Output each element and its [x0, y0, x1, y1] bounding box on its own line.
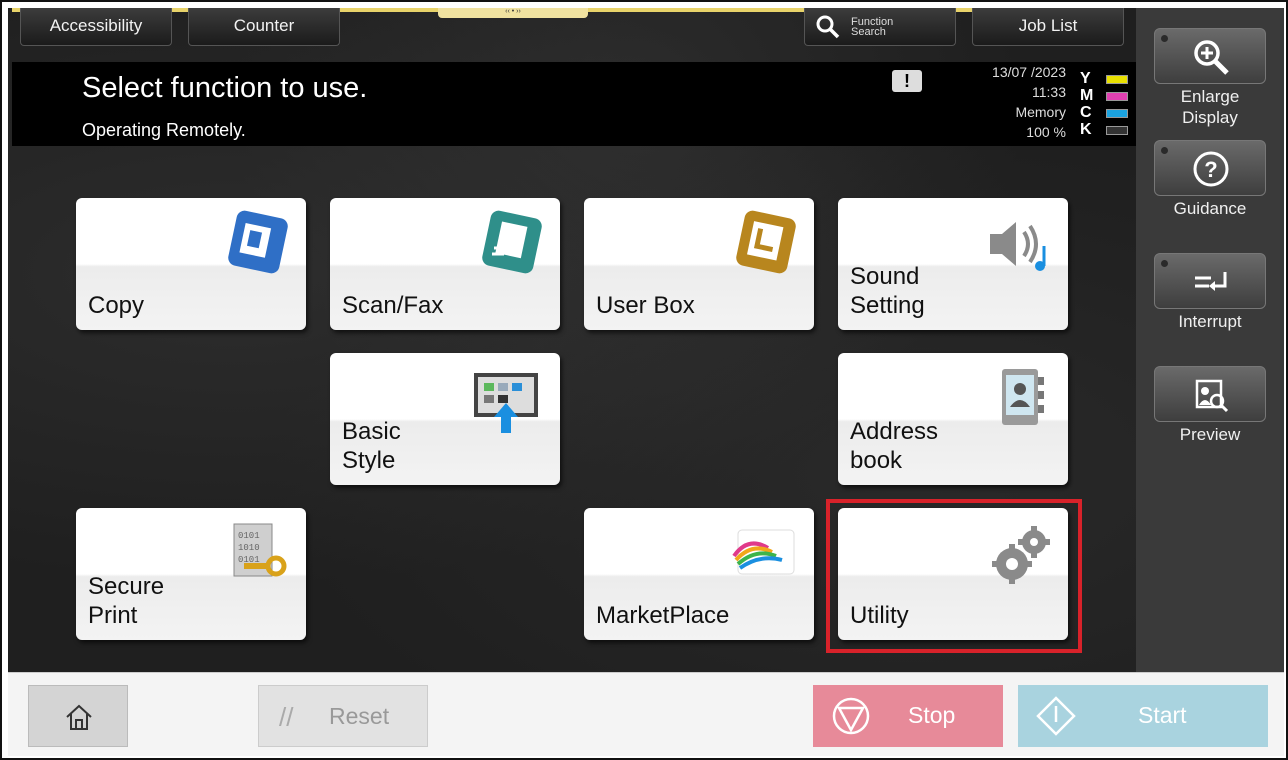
preview-label: Preview — [1179, 425, 1241, 444]
zoom-in-icon — [1194, 40, 1229, 75]
interrupt-label: Interrupt — [1178, 312, 1242, 331]
accessibility-tab[interactable]: Accessibility — [20, 8, 172, 46]
scan-fax-tile[interactable]: Scan/Fax — [330, 198, 560, 330]
search-icon — [816, 15, 840, 38]
status-message: Operating Remotely. — [82, 120, 246, 140]
preview-button[interactable]: Preview — [1154, 366, 1266, 445]
led-indicator — [1161, 260, 1168, 267]
page-title: Select function to use. — [82, 72, 368, 104]
user-box-label: User Box — [596, 292, 695, 319]
bottom-bar: // Reset Stop Start — [8, 672, 1284, 756]
start-label: Start — [1138, 702, 1187, 728]
copy-tile[interactable]: Copy — [76, 198, 306, 330]
svg-text:0101: 0101 — [238, 531, 260, 541]
copy-label: Copy — [88, 292, 145, 319]
help-icon: ? — [1193, 151, 1229, 187]
exclamation-icon[interactable]: ! — [892, 70, 922, 92]
function-search-label-1: Function — [851, 15, 894, 28]
guidance-label: Guidance — [1173, 199, 1247, 218]
user-box-tile[interactable]: User Box — [584, 198, 814, 330]
led-indicator — [1161, 35, 1168, 42]
marketplace-label: MarketPlace — [596, 602, 730, 629]
basic-style-icon — [466, 363, 546, 435]
reset-button[interactable]: // Reset — [258, 685, 428, 747]
function-search-label-2: Search — [851, 25, 886, 38]
home-button[interactable] — [28, 685, 128, 747]
interrupt-key[interactable] — [1154, 253, 1266, 309]
home-screen: ‹‹ • ›› Accessibility Counter Function S… — [8, 8, 1136, 672]
address-book-tile[interactable]: Address book — [838, 353, 1068, 485]
preview-key[interactable] — [1154, 366, 1266, 422]
address-book-label: Address book — [850, 418, 939, 474]
user-box-icon — [728, 208, 800, 280]
interrupt-icon — [1195, 272, 1227, 291]
basic-style-tile[interactable]: Basic Style — [330, 353, 560, 485]
start-button[interactable]: Start — [1018, 685, 1268, 747]
stop-button[interactable]: Stop — [813, 685, 1003, 747]
marketplace-tile[interactable]: MarketPlace — [584, 508, 814, 640]
enlarge-display-label: Enlarge Display — [1180, 87, 1240, 127]
stop-label: Stop — [908, 702, 956, 728]
panel-handle[interactable]: ‹‹ • ›› — [438, 8, 588, 18]
reset-icon: // — [279, 702, 294, 732]
date-text: 13/07 /2023 — [992, 64, 1066, 80]
guidance-key[interactable]: ? — [1154, 140, 1266, 196]
toner-y-bar — [1106, 75, 1128, 84]
home-icon — [66, 704, 92, 730]
memory-value: 100 % — [1026, 124, 1066, 140]
address-book-icon — [982, 363, 1054, 435]
secure-print-label: Secure Print — [88, 573, 165, 629]
interrupt-button[interactable]: Interrupt — [1154, 253, 1266, 332]
reset-label: Reset — [329, 703, 390, 729]
function-search-button[interactable]: Function Search — [804, 8, 956, 46]
toner-k-label: K — [1080, 121, 1092, 138]
scan-fax-icon — [474, 208, 546, 280]
marketplace-icon — [728, 526, 800, 598]
toner-m-bar — [1106, 92, 1128, 101]
memory-label: Memory — [1015, 104, 1066, 120]
scan-fax-label: Scan/Fax — [342, 292, 444, 319]
led-indicator — [1161, 147, 1168, 154]
mfp-panel-screen: ‹‹ • ›› Accessibility Counter Function S… — [0, 0, 1288, 760]
preview-icon — [1195, 379, 1229, 413]
toner-m-label: M — [1080, 87, 1094, 104]
counter-tab[interactable]: Counter — [188, 8, 340, 46]
start-icon — [1036, 696, 1076, 736]
side-panel: Enlarge Display ? Guidance Interrupt Pre… — [1136, 8, 1284, 672]
copy-icon — [220, 208, 292, 280]
toner-y-label: Y — [1080, 70, 1091, 87]
secure-print-icon: 0101 1010 0101 — [220, 518, 292, 590]
selection-highlight — [826, 499, 1082, 653]
stop-icon — [832, 697, 870, 735]
job-list-tab[interactable]: Job List — [972, 8, 1124, 46]
time-text: 11:33 — [1032, 84, 1066, 100]
toner-c-bar — [1106, 109, 1128, 118]
basic-style-label: Basic Style — [342, 418, 401, 474]
svg-text:?: ? — [1204, 157, 1217, 182]
guidance-button[interactable]: ? Guidance — [1154, 140, 1266, 219]
message-bar: Select function to use. Operating Remote… — [12, 62, 1136, 146]
secure-print-tile[interactable]: 0101 1010 0101 Secure Print — [76, 508, 306, 640]
speaker-icon — [982, 208, 1054, 280]
svg-text:1010: 1010 — [238, 543, 260, 553]
toner-k-bar — [1106, 126, 1128, 135]
enlarge-display-key[interactable] — [1154, 28, 1266, 84]
sound-setting-tile[interactable]: Sound Setting — [838, 198, 1068, 330]
toner-c-label: C — [1080, 104, 1092, 121]
sound-setting-label: Sound Setting — [850, 263, 925, 319]
enlarge-display-button[interactable]: Enlarge Display — [1154, 28, 1266, 128]
